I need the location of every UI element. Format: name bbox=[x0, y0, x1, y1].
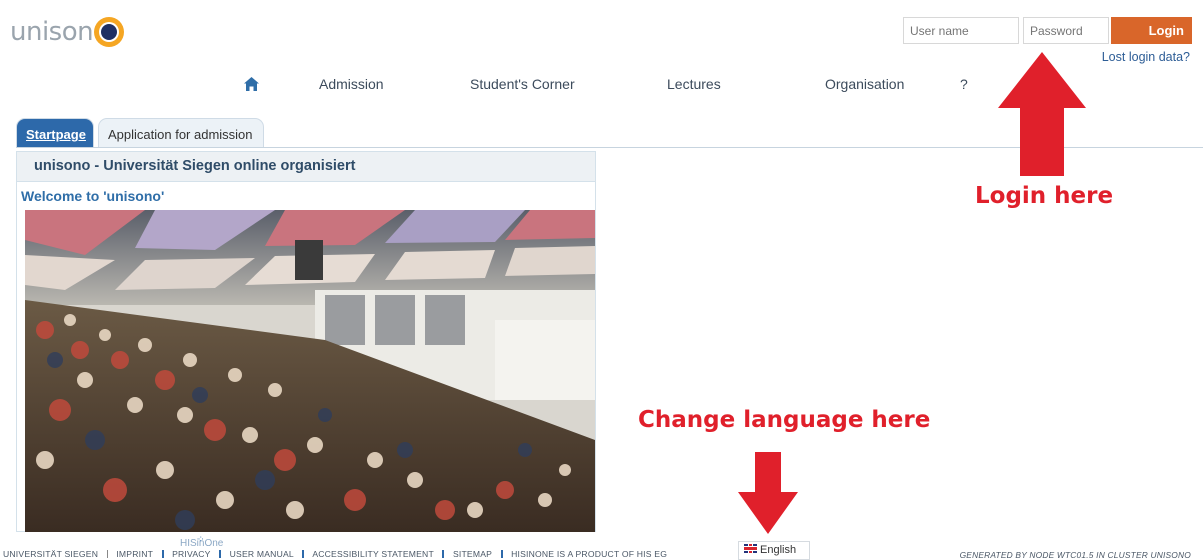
footer-links: UNIVERSITÄT SIEGEN IMPRINT PRIVACY USER … bbox=[3, 549, 667, 559]
nav-admission[interactable]: Admission bbox=[319, 76, 384, 92]
nav-help[interactable]: ? bbox=[960, 76, 968, 92]
lost-login-data-link[interactable]: Lost login data? bbox=[1102, 50, 1190, 64]
footer-link-sitemap[interactable]: SITEMAP bbox=[453, 549, 492, 559]
lecture-hall-photo bbox=[25, 210, 595, 532]
footer-link-universitaet-siegen[interactable]: UNIVERSITÄT SIEGEN bbox=[3, 549, 98, 559]
nav-students-corner[interactable]: Student's Corner bbox=[470, 76, 575, 92]
generated-by-text: GENERATED BY NODE WTC01.5 IN CLUSTER UNI… bbox=[959, 550, 1191, 560]
panel-title: unisono - Universität Siegen online orga… bbox=[17, 152, 595, 182]
hisinone-dots-icon: ⁘ bbox=[197, 534, 204, 544]
tab-application-for-admission[interactable]: Application for admission bbox=[98, 118, 264, 148]
footer-separator bbox=[161, 550, 164, 558]
footer-link-imprint[interactable]: IMPRINT bbox=[116, 549, 153, 559]
footer-separator bbox=[302, 550, 305, 558]
home-icon[interactable] bbox=[244, 77, 259, 91]
language-arrow-icon bbox=[738, 452, 798, 534]
language-switcher[interactable]: English bbox=[738, 541, 810, 560]
nav-lectures[interactable]: Lectures bbox=[667, 76, 721, 92]
logo-mark bbox=[94, 17, 125, 47]
logo-text: unison bbox=[10, 17, 94, 47]
language-annotation: Change language here bbox=[638, 407, 931, 433]
welcome-heading: Welcome to 'unisono' bbox=[21, 188, 165, 204]
footer-separator bbox=[106, 550, 108, 558]
username-input[interactable] bbox=[903, 17, 1019, 44]
language-label: English bbox=[760, 544, 797, 556]
startpage-panel: unisono - Universität Siegen online orga… bbox=[16, 151, 596, 532]
login-arrow-icon bbox=[998, 52, 1086, 176]
nav-organisation[interactable]: Organisation bbox=[825, 76, 904, 92]
login-button[interactable]: Login bbox=[1111, 17, 1192, 44]
footer-link-accessibility[interactable]: ACCESSIBILITY STATEMENT bbox=[312, 549, 433, 559]
footer-link-user-manual[interactable]: USER MANUAL bbox=[230, 549, 294, 559]
footer-link-privacy[interactable]: PRIVACY bbox=[172, 549, 210, 559]
login-annotation: Login here bbox=[975, 183, 1114, 209]
uk-flag-icon bbox=[744, 544, 757, 553]
footer-separator bbox=[442, 550, 445, 558]
footer-separator bbox=[219, 550, 222, 558]
unisono-logo[interactable]: unison bbox=[10, 14, 125, 50]
footer-link-hisinone[interactable]: HISINONE IS A PRODUCT OF HIS EG bbox=[511, 549, 667, 559]
footer-separator bbox=[500, 550, 503, 558]
password-input[interactable] bbox=[1023, 17, 1109, 44]
tab-startpage[interactable]: Startpage bbox=[16, 118, 94, 148]
